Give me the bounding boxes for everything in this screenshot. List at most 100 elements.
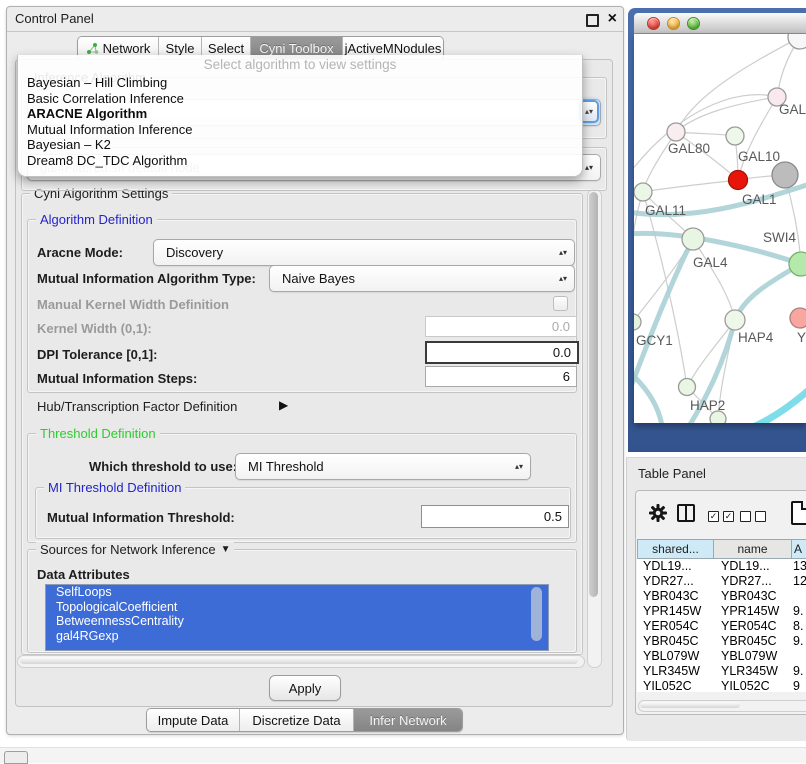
hide-columns-icon[interactable] bbox=[740, 511, 766, 522]
minimize-traffic-light-icon[interactable] bbox=[667, 17, 680, 30]
dropdown-item-bayesian-k2[interactable]: Bayesian – K2 bbox=[18, 137, 582, 153]
list-item[interactable]: gal4RGexp bbox=[46, 629, 548, 644]
control-panel-title: Control Panel bbox=[15, 11, 94, 26]
network-node-gal80[interactable] bbox=[667, 123, 685, 141]
table-row[interactable]: YLR345WYLR345W9. bbox=[637, 664, 806, 679]
network-node-gal10[interactable] bbox=[726, 127, 744, 145]
tab-impute-data[interactable]: Impute Data bbox=[147, 709, 240, 731]
dropdown-item-mutual-information[interactable]: Mutual Information Inference bbox=[18, 122, 582, 138]
list-item[interactable]: SelfLoops bbox=[46, 585, 548, 600]
close-icon[interactable]: × bbox=[608, 9, 617, 29]
network-node-gal1[interactable] bbox=[729, 171, 748, 190]
list-scrollbar-thumb[interactable] bbox=[531, 587, 542, 641]
mi-steps-field[interactable]: 6 bbox=[425, 366, 577, 387]
table-row[interactable]: YIL052CYIL052C9 bbox=[637, 679, 806, 692]
network-node-hap4[interactable] bbox=[725, 310, 745, 330]
settings-vertical-scrollbar[interactable] bbox=[587, 189, 602, 668]
table-horizontal-scrollbar[interactable] bbox=[638, 700, 806, 712]
dropdown-item-bayesian-hill-climbing[interactable]: Bayesian – Hill Climbing bbox=[18, 75, 582, 91]
export-table-icon[interactable] bbox=[791, 501, 806, 525]
node-label: HAP2 bbox=[690, 398, 725, 413]
aracne-mode-combo[interactable]: Discovery ▴▾ bbox=[153, 239, 575, 266]
node-label: GAL10 bbox=[738, 149, 780, 164]
manual-kernel-width-checkbox[interactable] bbox=[553, 296, 568, 311]
table-body: YDL19...YDL19...13 YDR27...YDR27...12 YB… bbox=[637, 559, 806, 692]
algorithm-dropdown-popup: Select algorithm to view settings Bayesi… bbox=[17, 55, 583, 177]
network-node-hap2[interactable] bbox=[679, 379, 696, 396]
node-label: GAL bbox=[779, 102, 806, 117]
apply-button[interactable]: Apply bbox=[269, 675, 341, 701]
mi-steps-label: Mutual Information Steps: bbox=[37, 371, 197, 386]
table-row[interactable]: YBL079WYBL079W bbox=[637, 649, 806, 664]
zoom-traffic-light-icon[interactable] bbox=[687, 17, 700, 30]
network-graph-icon bbox=[86, 42, 99, 55]
network-node[interactable] bbox=[788, 34, 806, 49]
node-label: HAP4 bbox=[738, 330, 774, 345]
table-row[interactable]: YDL19...YDL19...13 bbox=[637, 559, 806, 574]
node-label: Y bbox=[797, 330, 806, 345]
threshold-definition-title: Threshold Definition bbox=[36, 426, 160, 441]
table-header-row: shared... name A bbox=[637, 539, 806, 559]
scrollbar-thumb[interactable] bbox=[20, 657, 578, 664]
scrollbar-thumb[interactable] bbox=[589, 192, 598, 597]
aracne-mode-value: Discovery bbox=[154, 245, 556, 260]
column-header-clipped[interactable]: A bbox=[791, 539, 806, 559]
scrollbar-thumb[interactable] bbox=[640, 702, 740, 708]
table-row[interactable]: YBR045CYBR045C9. bbox=[637, 634, 806, 649]
network-canvas[interactable]: GAL GAL80 GAL10 GAL1 GAL11 SWI4 GAL4 GCY… bbox=[634, 34, 806, 423]
manual-kernel-width-label: Manual Kernel Width Definition bbox=[37, 297, 229, 312]
mi-threshold-field[interactable]: 0.5 bbox=[421, 505, 569, 528]
network-node-gcy1[interactable] bbox=[634, 314, 641, 330]
mi-threshold-definition-title: MI Threshold Definition bbox=[44, 480, 185, 495]
table-row[interactable]: YER054CYER054C8. bbox=[637, 619, 806, 634]
spinner-arrows-icon: ▴▾ bbox=[512, 464, 526, 470]
clipped-corner-button[interactable] bbox=[4, 751, 28, 764]
mi-algorithm-type-value: Naive Bayes bbox=[270, 271, 556, 286]
tab-discretize-data[interactable]: Discretize Data bbox=[240, 709, 354, 731]
network-graph[interactable]: GAL GAL80 GAL10 GAL1 GAL11 SWI4 GAL4 GCY… bbox=[634, 34, 806, 423]
columns-icon[interactable] bbox=[677, 504, 695, 522]
bottom-tabbar: Impute Data Discretize Data Infer Networ… bbox=[146, 708, 463, 732]
mi-algorithm-type-combo[interactable]: Naive Bayes ▴▾ bbox=[269, 265, 575, 292]
network-view-window: GAL GAL80 GAL10 GAL1 GAL11 SWI4 GAL4 GCY… bbox=[628, 8, 806, 452]
network-node[interactable] bbox=[772, 162, 798, 188]
node-label: SWI4 bbox=[763, 230, 796, 245]
tab-infer-network[interactable]: Infer Network bbox=[354, 709, 462, 731]
data-attributes-list[interactable]: SelfLoops TopologicalCoefficient Between… bbox=[45, 584, 549, 651]
list-item[interactable]: BetweennessCentrality bbox=[46, 614, 548, 629]
data-attributes-label: Data Attributes bbox=[37, 567, 130, 582]
table-settings-gear-icon[interactable] bbox=[648, 503, 668, 528]
network-node[interactable] bbox=[790, 308, 806, 328]
dpi-tolerance-label: DPI Tolerance [0,1]: bbox=[37, 347, 157, 362]
close-traffic-light-icon[interactable] bbox=[647, 17, 660, 30]
column-header-name[interactable]: name bbox=[713, 539, 791, 559]
dpi-tolerance-field[interactable]: 0.0 bbox=[425, 341, 579, 364]
spinner-arrows-icon: ▴▾ bbox=[582, 165, 596, 171]
expand-arrow-icon[interactable]: ▶ bbox=[279, 398, 288, 412]
network-node-gal11[interactable] bbox=[634, 183, 652, 201]
settings-horizontal-scrollbar[interactable] bbox=[17, 655, 585, 668]
spinner-arrows-icon: ▴▾ bbox=[556, 250, 570, 256]
kernel-width-field[interactable]: 0.0 bbox=[425, 316, 577, 337]
network-node-gal4[interactable] bbox=[682, 228, 704, 250]
dropdown-item-basic-correlation[interactable]: Basic Correlation Inference bbox=[18, 91, 582, 107]
table-row[interactable]: YBR043CYBR043C bbox=[637, 589, 806, 604]
dropdown-prompt: Select algorithm to view settings bbox=[18, 57, 582, 72]
network-window-titlebar[interactable] bbox=[634, 13, 806, 34]
table-panel-inner: ✓✓ shared... name A YDL19...YDL19...13 Y… bbox=[635, 490, 806, 715]
collapse-arrow-icon[interactable]: ▼ bbox=[221, 544, 231, 555]
table-row[interactable]: YDR27...YDR27...12 bbox=[637, 574, 806, 589]
list-item[interactable]: TopologicalCoefficient bbox=[46, 600, 548, 615]
show-selected-columns-icon[interactable]: ✓✓ bbox=[708, 511, 734, 522]
dropdown-item-dream8[interactable]: Dream8 DC_TDC Algorithm bbox=[18, 153, 582, 169]
spinner-arrows-icon: ▴▾ bbox=[556, 276, 570, 282]
float-window-icon[interactable] bbox=[586, 14, 599, 27]
dropdown-item-aracne[interactable]: ARACNE Algorithm bbox=[18, 106, 582, 122]
node-label: GAL1 bbox=[742, 192, 777, 207]
mi-algorithm-type-label: Mutual Information Algorithm Type: bbox=[37, 271, 256, 286]
which-threshold-combo[interactable]: MI Threshold ▴▾ bbox=[235, 453, 531, 480]
table-row[interactable]: YPR145WYPR145W9. bbox=[637, 604, 806, 619]
column-header-shared-name[interactable]: shared... bbox=[637, 539, 713, 559]
network-node-swi4[interactable] bbox=[789, 252, 806, 276]
control-panel-window: Control Panel × Network Style Select Cyn… bbox=[6, 6, 624, 735]
